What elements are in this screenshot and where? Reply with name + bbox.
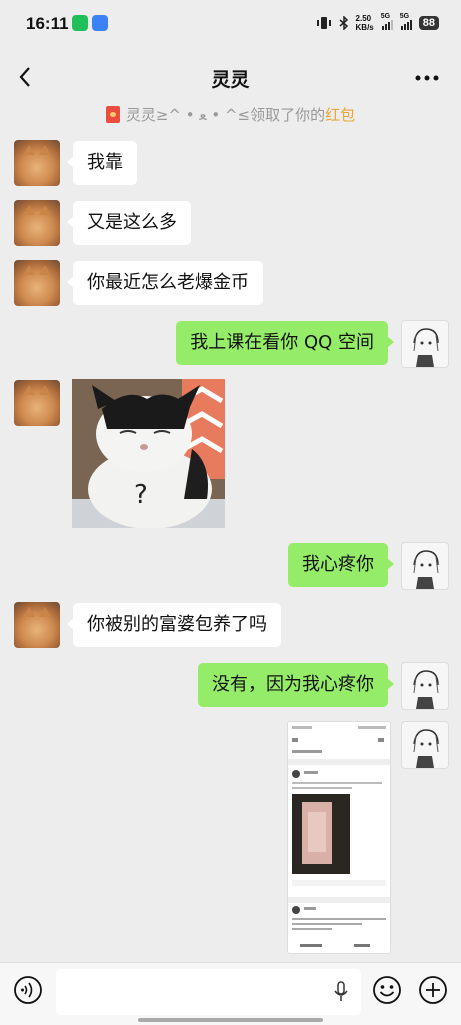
contact-avatar[interactable] bbox=[14, 602, 60, 648]
my-avatar[interactable] bbox=[401, 662, 449, 710]
mic-icon[interactable] bbox=[333, 981, 349, 1003]
status-indicators: 2.50 KB/s 5G 5G 88 bbox=[316, 13, 439, 32]
signal-2-icon: 5G bbox=[400, 13, 412, 30]
net-speed: 2.50 KB/s bbox=[355, 14, 374, 32]
signal-1-icon: 5G bbox=[381, 13, 393, 30]
status-time: 16:11 bbox=[26, 14, 69, 33]
input-bar bbox=[0, 962, 461, 1025]
red-packet-icon bbox=[105, 106, 120, 123]
emoji-icon[interactable] bbox=[372, 975, 402, 1005]
chat-title: 灵灵 bbox=[211, 69, 250, 91]
status-bar: 16:11 2.50 KB/s 5G 5G 88 bbox=[0, 0, 461, 48]
sketch-avatar-image bbox=[413, 550, 439, 589]
app-notification-icon-2 bbox=[92, 15, 108, 31]
screenshot-image-message[interactable] bbox=[287, 721, 391, 954]
contact-avatar[interactable] bbox=[14, 200, 60, 246]
sketch-avatar-image bbox=[413, 670, 439, 709]
message-bubble-out[interactable]: 没有，因为我心疼你 bbox=[198, 663, 394, 707]
message-bubble-in[interactable]: 你被别的富婆包养了吗 bbox=[67, 603, 281, 647]
message-bubble-out[interactable]: 我上课在看你 QQ 空间 bbox=[176, 321, 394, 365]
notice-text: 灵灵≥^ • ﻌ • ^≤领取了你的 bbox=[125, 106, 326, 124]
sticker-question-mark: ? bbox=[134, 480, 148, 510]
cat-sticker-image[interactable]: ? bbox=[72, 379, 225, 528]
contact-avatar[interactable] bbox=[14, 140, 60, 186]
plus-icon[interactable] bbox=[418, 975, 448, 1005]
app-notification-icon bbox=[72, 15, 88, 31]
red-packet-notice: 灵灵≥^ • ﻌ • ^≤领取了你的红包 bbox=[0, 104, 461, 125]
my-avatar[interactable] bbox=[401, 721, 449, 769]
contact-avatar[interactable] bbox=[14, 380, 60, 426]
red-packet-link[interactable]: 红包 bbox=[325, 106, 355, 124]
contact-avatar[interactable] bbox=[14, 260, 60, 306]
voice-icon[interactable] bbox=[13, 975, 43, 1005]
my-avatar[interactable] bbox=[401, 320, 449, 368]
message-bubble-in[interactable]: 你最近怎么老爆金币 bbox=[67, 261, 263, 305]
battery-icon: 88 bbox=[418, 16, 439, 30]
message-bubble-in[interactable]: 我靠 bbox=[67, 141, 137, 185]
screenshot-thumbnail bbox=[288, 722, 390, 953]
message-bubble-in[interactable]: 又是这么多 bbox=[67, 201, 191, 245]
message-input[interactable] bbox=[56, 969, 361, 1015]
home-indicator[interactable] bbox=[138, 1018, 323, 1022]
my-avatar[interactable] bbox=[401, 542, 449, 590]
sketch-avatar-image bbox=[413, 328, 439, 367]
chat-header: 灵灵 bbox=[0, 50, 461, 106]
cat-sticker-drawing: ? bbox=[72, 379, 225, 528]
sketch-avatar-image bbox=[413, 729, 439, 768]
bluetooth-icon bbox=[339, 16, 348, 30]
message-bubble-out[interactable]: 我心疼你 bbox=[288, 543, 394, 587]
vibrate-icon bbox=[316, 17, 331, 29]
more-dots-icon[interactable] bbox=[413, 64, 441, 92]
